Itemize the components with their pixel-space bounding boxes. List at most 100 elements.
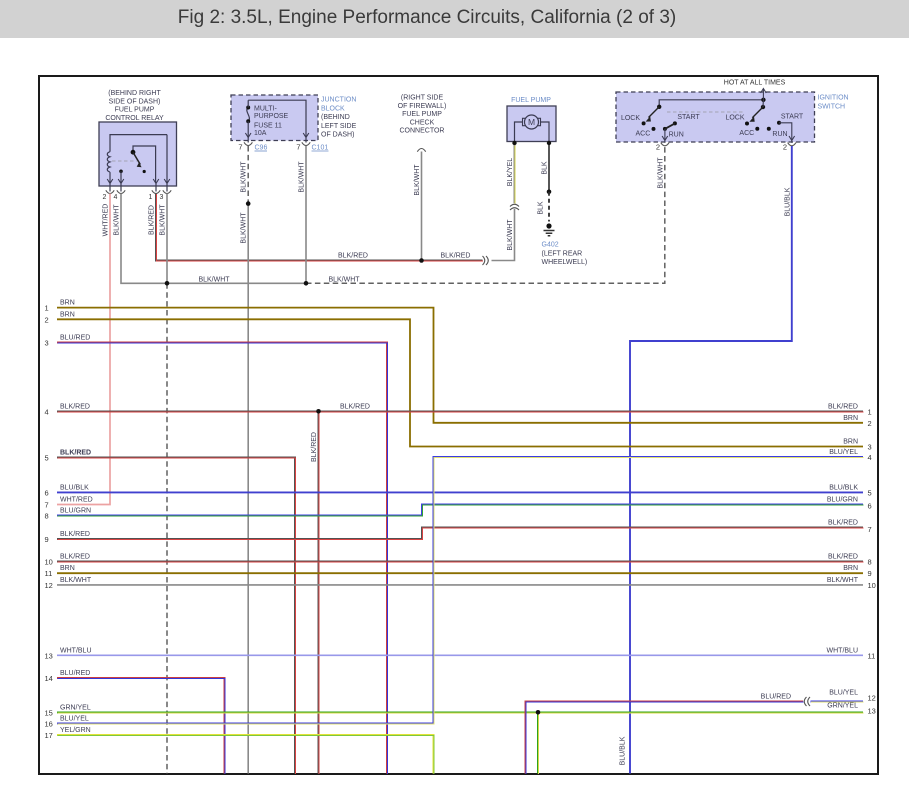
svg-text:7: 7 bbox=[238, 143, 242, 152]
svg-text:BLU/BLK: BLU/BLK bbox=[620, 736, 627, 765]
svg-text:BLK/RED: BLK/RED bbox=[340, 403, 370, 410]
svg-text:BLK/RED: BLK/RED bbox=[60, 450, 91, 457]
svg-text:BLU/GRN: BLU/GRN bbox=[827, 497, 858, 504]
svg-text:(LEFT REAR: (LEFT REAR bbox=[542, 250, 583, 257]
svg-text:8: 8 bbox=[868, 558, 872, 567]
svg-text:HOT AT ALL TIMES: HOT AT ALL TIMES bbox=[724, 80, 786, 87]
svg-text:7: 7 bbox=[45, 501, 49, 510]
svg-text:FUEL PUMP: FUEL PUMP bbox=[115, 107, 155, 114]
svg-text:OF DASH): OF DASH) bbox=[321, 132, 354, 139]
svg-text:CONNECTOR: CONNECTOR bbox=[400, 128, 445, 135]
svg-text:3: 3 bbox=[45, 339, 49, 348]
svg-text:BLU/RED: BLU/RED bbox=[60, 335, 90, 342]
svg-text:BLK/YEL: BLK/YEL bbox=[507, 158, 514, 187]
svg-text:12: 12 bbox=[45, 581, 53, 590]
svg-text:C96: C96 bbox=[255, 145, 268, 152]
svg-text:9: 9 bbox=[45, 535, 49, 544]
svg-text:BLU/BLK: BLU/BLK bbox=[784, 187, 791, 216]
svg-text:START: START bbox=[677, 114, 700, 121]
svg-text:14: 14 bbox=[45, 674, 53, 683]
svg-text:BLK/WHT: BLK/WHT bbox=[299, 161, 306, 193]
svg-text:BLK/RED: BLK/RED bbox=[60, 531, 90, 538]
svg-text:16: 16 bbox=[45, 720, 53, 729]
svg-text:CHECK: CHECK bbox=[410, 119, 435, 126]
svg-text:LOCK: LOCK bbox=[725, 115, 744, 122]
svg-text:WHEELWELL): WHEELWELL) bbox=[542, 259, 588, 266]
svg-text:PURPOSE: PURPOSE bbox=[254, 113, 289, 120]
svg-text:G402: G402 bbox=[542, 242, 559, 249]
svg-text:BLK/RED: BLK/RED bbox=[338, 253, 368, 260]
svg-text:1: 1 bbox=[45, 304, 49, 313]
svg-text:BLOCK: BLOCK bbox=[321, 105, 345, 112]
svg-text:C101: C101 bbox=[312, 145, 329, 152]
svg-text:BLK/RED: BLK/RED bbox=[60, 403, 90, 410]
svg-text:BLU/RED: BLU/RED bbox=[60, 670, 90, 677]
svg-text:BLU/BLK: BLU/BLK bbox=[60, 484, 89, 491]
svg-text:OF FIREWALL): OF FIREWALL) bbox=[398, 103, 447, 110]
svg-text:9: 9 bbox=[868, 569, 872, 578]
svg-text:8: 8 bbox=[45, 512, 49, 521]
svg-text:BRN: BRN bbox=[843, 565, 858, 572]
svg-text:(RIGHT SIDE: (RIGHT SIDE bbox=[401, 95, 444, 102]
svg-text:1: 1 bbox=[868, 407, 872, 416]
svg-text:10: 10 bbox=[45, 558, 53, 567]
svg-text:BLK/RED: BLK/RED bbox=[441, 253, 471, 260]
svg-text:BLK/WHT: BLK/WHT bbox=[328, 277, 360, 284]
svg-text:WHT/RED: WHT/RED bbox=[103, 204, 110, 237]
svg-text:IGNITION: IGNITION bbox=[818, 95, 849, 102]
svg-text:BLK/RED: BLK/RED bbox=[149, 205, 156, 235]
svg-text:BLK: BLK bbox=[538, 201, 545, 215]
svg-text:BLK/RED: BLK/RED bbox=[828, 520, 858, 527]
svg-text:BLK/RED: BLK/RED bbox=[828, 403, 858, 410]
svg-text:BRN: BRN bbox=[60, 565, 75, 572]
svg-text:3: 3 bbox=[868, 443, 872, 452]
svg-text:JUNCTION: JUNCTION bbox=[321, 97, 356, 104]
svg-text:BLK/WHT: BLK/WHT bbox=[241, 161, 248, 193]
svg-text:4: 4 bbox=[45, 407, 49, 416]
svg-text:BLK/WHT: BLK/WHT bbox=[827, 577, 859, 584]
svg-text:6: 6 bbox=[868, 502, 872, 511]
svg-text:YEL/GRN: YEL/GRN bbox=[60, 727, 91, 734]
svg-text:ACC: ACC bbox=[739, 130, 754, 137]
svg-text:4: 4 bbox=[868, 453, 872, 462]
svg-text:BLU/YEL: BLU/YEL bbox=[829, 690, 858, 697]
svg-text:7: 7 bbox=[296, 143, 300, 152]
svg-text:3: 3 bbox=[160, 194, 164, 201]
svg-text:BRN: BRN bbox=[843, 415, 858, 422]
svg-text:M: M bbox=[528, 117, 535, 127]
svg-text:5: 5 bbox=[45, 454, 49, 463]
svg-text:BLK/WHT: BLK/WHT bbox=[657, 157, 664, 189]
svg-text:13: 13 bbox=[45, 651, 53, 660]
svg-text:FUEL PUMP: FUEL PUMP bbox=[402, 111, 442, 118]
svg-text:5: 5 bbox=[868, 488, 872, 497]
svg-text:FUSE 11: FUSE 11 bbox=[254, 123, 282, 130]
svg-text:BLK/WHT: BLK/WHT bbox=[160, 204, 167, 236]
svg-text:BLK/WHT: BLK/WHT bbox=[198, 277, 230, 284]
svg-text:4: 4 bbox=[114, 194, 118, 201]
svg-text:2: 2 bbox=[103, 194, 107, 201]
svg-text:ACC: ACC bbox=[636, 130, 651, 137]
svg-text:SWITCH: SWITCH bbox=[818, 103, 846, 110]
svg-text:START: START bbox=[781, 114, 804, 121]
svg-text:RUN: RUN bbox=[772, 131, 787, 138]
svg-text:10: 10 bbox=[868, 581, 876, 590]
svg-text:15: 15 bbox=[45, 708, 53, 717]
svg-text:BRN: BRN bbox=[60, 300, 75, 307]
svg-text:6: 6 bbox=[45, 488, 49, 497]
svg-text:LOCK: LOCK bbox=[621, 115, 640, 122]
svg-text:WHT/BLU: WHT/BLU bbox=[827, 647, 859, 654]
svg-text:BLK: BLK bbox=[542, 161, 549, 175]
svg-text:BLK/WHT: BLK/WHT bbox=[114, 204, 121, 236]
svg-text:1: 1 bbox=[149, 194, 153, 201]
svg-text:LEFT SIDE: LEFT SIDE bbox=[321, 123, 357, 130]
svg-text:(BEHIND RIGHT: (BEHIND RIGHT bbox=[108, 90, 161, 97]
svg-text:7: 7 bbox=[868, 525, 872, 534]
svg-text:2: 2 bbox=[45, 315, 49, 324]
svg-text:CONTROL RELAY: CONTROL RELAY bbox=[105, 115, 164, 122]
svg-text:MULTI-: MULTI- bbox=[254, 106, 277, 113]
svg-text:2: 2 bbox=[868, 419, 872, 428]
svg-text:11: 11 bbox=[868, 651, 876, 660]
svg-text:BLK/RED: BLK/RED bbox=[60, 554, 90, 561]
svg-text:(BEHIND: (BEHIND bbox=[321, 114, 350, 121]
svg-text:BLU/BLK: BLU/BLK bbox=[829, 484, 858, 491]
